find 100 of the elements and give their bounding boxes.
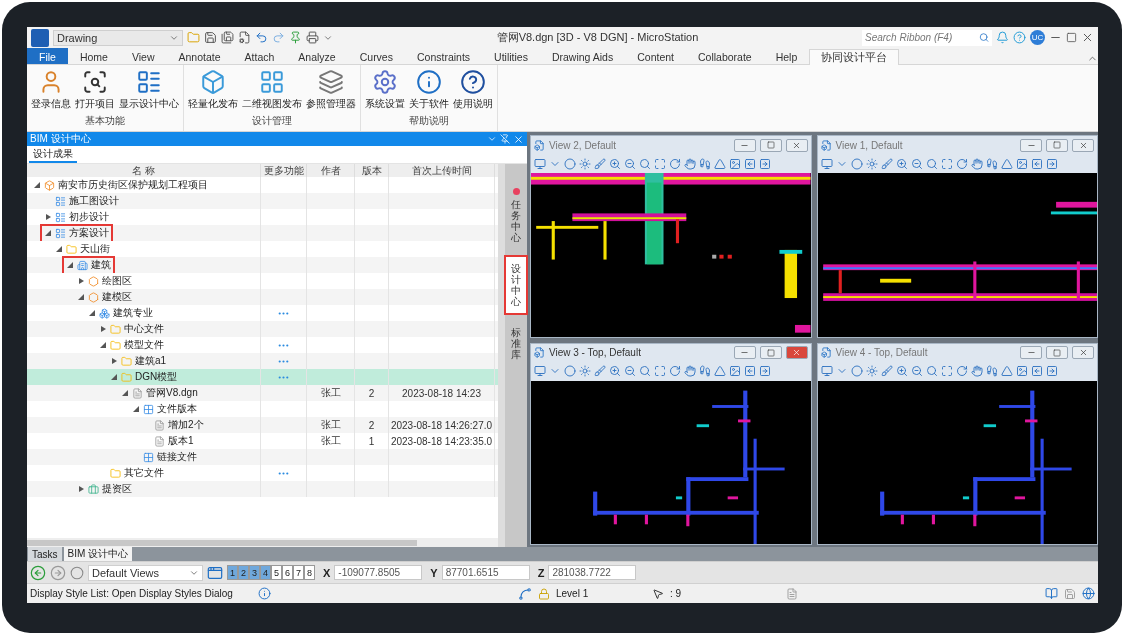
ribbon-button[interactable]: 登录信息 [30,67,72,114]
previous-view-icon[interactable] [744,365,756,377]
monitor-icon[interactable] [534,365,546,377]
ribbon-tab[interactable]: Analyze [286,48,348,64]
collapsed-caret-icon[interactable] [78,486,84,492]
expanded-caret-icon[interactable] [133,406,139,412]
curve-icon[interactable] [518,586,532,601]
ribbon-button[interactable]: 二维视图发布 [241,67,303,114]
image-icon[interactable] [1015,157,1028,170]
collapsed-caret-icon[interactable] [111,358,117,364]
save-all-icon[interactable] [221,31,234,44]
zoom-in-icon[interactable] [895,157,908,170]
zoom-in-icon[interactable] [609,365,621,377]
workspace-dropdown[interactable]: Drawing [53,29,183,46]
tree-row[interactable]: 方案设计 [27,225,499,241]
circle-icon[interactable] [564,157,576,170]
tree-row[interactable]: 提资区 [27,481,499,497]
minimize-button[interactable] [733,138,756,152]
bell-icon[interactable] [996,31,1009,44]
maximize-button[interactable] [1046,138,1068,152]
image-icon[interactable] [729,157,741,170]
view-icon[interactable] [820,139,832,151]
sun-icon[interactable] [865,157,878,170]
fit-view-icon[interactable] [940,365,953,377]
triangle-icon[interactable] [1000,157,1013,170]
next-view-icon[interactable] [1045,365,1058,377]
info-icon[interactable] [258,587,271,600]
tree-row[interactable]: DGN模型 [27,369,499,385]
ribbon-tab[interactable]: Curves [347,48,405,64]
close-button[interactable] [785,346,808,359]
brush-icon[interactable] [880,365,893,377]
tree-row[interactable]: 增加2个 张工 2 2023-08-18 14:26:27.0 [27,417,499,433]
zoom-window-icon[interactable] [639,157,651,170]
side-tab[interactable]: 设计中心 [506,257,527,313]
hand-icon[interactable] [684,365,696,377]
pin-icon[interactable] [289,31,302,44]
zoom-in-icon[interactable] [609,157,621,170]
monitor-icon[interactable] [820,157,833,170]
ribbon-button[interactable]: 轻量化发布 [187,67,239,114]
close-button[interactable] [1072,138,1094,152]
rotate-icon[interactable] [955,365,968,377]
view-toggle[interactable]: 1 [227,565,238,580]
pointer-icon[interactable] [652,587,664,600]
brush-icon[interactable] [594,157,606,170]
maximize-icon[interactable] [1066,32,1077,43]
sun-icon[interactable] [579,365,591,377]
expanded-caret-icon[interactable] [78,294,84,300]
zoom-out-icon[interactable] [910,157,923,170]
collapsed-caret-icon[interactable] [78,278,84,284]
minimize-button[interactable] [1020,346,1042,359]
next-view-icon[interactable] [1045,157,1058,170]
next-view-icon[interactable] [759,157,771,170]
globe-icon[interactable] [1082,587,1095,600]
zoom-out-icon[interactable] [624,157,636,170]
view-icon[interactable] [820,347,832,358]
tree-row[interactable]: 建筑 [27,257,499,273]
footprints-icon[interactable] [985,157,998,170]
ribbon-tab[interactable]: Home [67,48,120,64]
next-view-icon[interactable] [759,365,771,377]
pin-icon[interactable] [500,134,510,144]
view-icon[interactable] [534,139,545,151]
footprints-icon[interactable] [699,157,711,170]
ribbon-tab[interactable]: Content [625,48,686,64]
close-button[interactable] [1072,346,1094,359]
ribbon-tab[interactable]: 协同设计平台 [809,49,900,65]
close-icon[interactable] [1081,31,1094,44]
view-toggle[interactable]: 2 [238,565,249,580]
ribbon-tab[interactable]: Drawing Aids [539,48,626,64]
save-icon[interactable] [204,31,217,44]
view-toggle[interactable]: 3 [249,565,260,580]
ribbon-button[interactable]: 关于软件 [408,67,450,114]
zoom-window-icon[interactable] [925,157,938,170]
hand-icon[interactable] [684,157,696,170]
coordinate-field[interactable]: 281038.7722 [548,565,637,580]
tree-row[interactable]: 管网V8.dgn 张工 2 2023-08-18 14:23 [27,385,499,401]
horizontal-scrollbar[interactable] [27,538,499,547]
view-toggle[interactable]: 7 [293,565,304,580]
document-icon[interactable] [786,587,798,600]
user-avatar[interactable]: UC [1030,30,1045,45]
caret-icon[interactable] [487,134,497,144]
hand-icon[interactable] [970,365,983,377]
view-toggle[interactable]: 4 [260,565,271,580]
minimize-button[interactable] [733,346,756,359]
ribbon-tab[interactable]: View [119,48,167,64]
tree-row[interactable]: 施工图设计 [27,193,499,209]
dock-tab[interactable]: Tasks [28,547,62,561]
image-icon[interactable] [729,365,741,377]
zoom-in-icon[interactable] [895,365,908,377]
ribbon-tab[interactable]: Collaborate [686,48,764,64]
brush-icon[interactable] [594,365,606,377]
forward-icon[interactable] [50,564,66,581]
monitor-icon[interactable] [534,157,546,170]
footprints-icon[interactable] [985,365,998,377]
fit-view-icon[interactable] [654,157,666,170]
file-settings-icon[interactable] [238,31,251,44]
expanded-caret-icon[interactable] [34,182,40,188]
zoom-window-icon[interactable] [925,365,938,377]
side-tab[interactable]: 标准库 [506,321,527,366]
expanded-caret-icon[interactable] [56,246,62,252]
view-toggle[interactable]: 5 [271,565,282,580]
